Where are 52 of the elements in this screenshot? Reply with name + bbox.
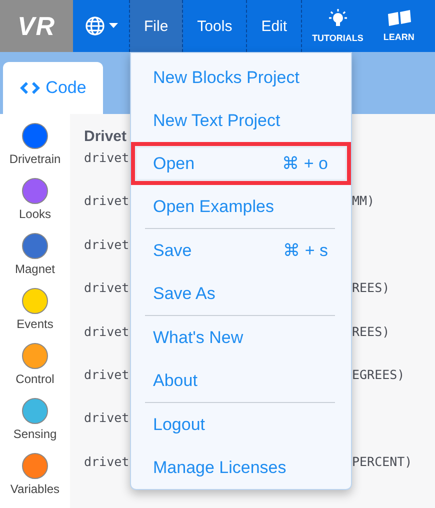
- lightbulb-icon: [326, 9, 349, 29]
- category-item[interactable]: Variables: [10, 453, 60, 508]
- nav-link[interactable]: TUTORIALS: [302, 0, 374, 52]
- menu-item[interactable]: New Text Project: [131, 99, 351, 142]
- category-item[interactable]: Sensing: [13, 398, 57, 453]
- code-line: drivet: [84, 280, 130, 296]
- nav-link[interactable]: LEARN: [373, 0, 424, 52]
- code-line: REES): [352, 324, 390, 341]
- category-item[interactable]: Looks: [18, 178, 52, 233]
- menu-item[interactable]: Open ⌘ + o: [131, 142, 351, 185]
- code-tab[interactable]: Code: [3, 62, 103, 114]
- menu-item[interactable]: Manage Licenses: [131, 446, 351, 489]
- code-line: drivet: [84, 236, 130, 252]
- nav-label: TUTORIALS: [312, 33, 364, 43]
- code-line: REES): [352, 280, 390, 298]
- code-line: drivet: [84, 410, 130, 426]
- menu-item[interactable]: What's New: [131, 316, 351, 359]
- category-label: Events: [16, 317, 54, 331]
- caret-icon[interactable]: [108, 23, 118, 29]
- code-line: drivet: [84, 324, 130, 339]
- globe-icon[interactable]: [84, 16, 104, 36]
- section-heading: Drivet: [84, 128, 127, 145]
- menu-item[interactable]: About: [131, 359, 351, 402]
- shortcut-label: ⌘ + s: [283, 240, 328, 261]
- category-label: Drivetrain: [9, 152, 61, 166]
- category-label: Variables: [10, 482, 60, 496]
- category-item[interactable]: Magnet: [14, 233, 56, 288]
- category-item[interactable]: Control: [16, 343, 54, 398]
- menu-item[interactable]: Logout: [131, 403, 351, 446]
- code-icon: [20, 81, 40, 95]
- category-label: Control: [16, 372, 54, 386]
- code-line: EGREES): [352, 366, 405, 384]
- shortcut-label: ⌘ + o: [282, 153, 328, 174]
- menu-item[interactable]: Save ⌘ + s: [131, 229, 351, 272]
- category-label: Sensing: [13, 427, 57, 441]
- menu-button[interactable]: File: [130, 0, 184, 52]
- book-icon: [386, 10, 412, 28]
- nav-label: LEARN: [383, 32, 414, 42]
- logo[interactable]: VR: [0, 0, 73, 52]
- menu-item[interactable]: Save As: [131, 272, 351, 315]
- code-line: MM): [352, 193, 375, 210]
- category-label: Magnet: [14, 262, 56, 276]
- code-line: PERCENT): [352, 454, 412, 471]
- code-line: drivet: [84, 193, 130, 208]
- code-line: drivet: [84, 454, 130, 469]
- menu-item[interactable]: New Blocks Project: [131, 56, 351, 99]
- category-item[interactable]: Drivetrain: [9, 123, 61, 178]
- category-item[interactable]: Events: [16, 288, 54, 343]
- category-label: Looks: [18, 207, 52, 221]
- menu-item[interactable]: Open Examples: [131, 185, 351, 228]
- code-line: drivet: [84, 366, 130, 382]
- code-line: drivet: [84, 150, 130, 165]
